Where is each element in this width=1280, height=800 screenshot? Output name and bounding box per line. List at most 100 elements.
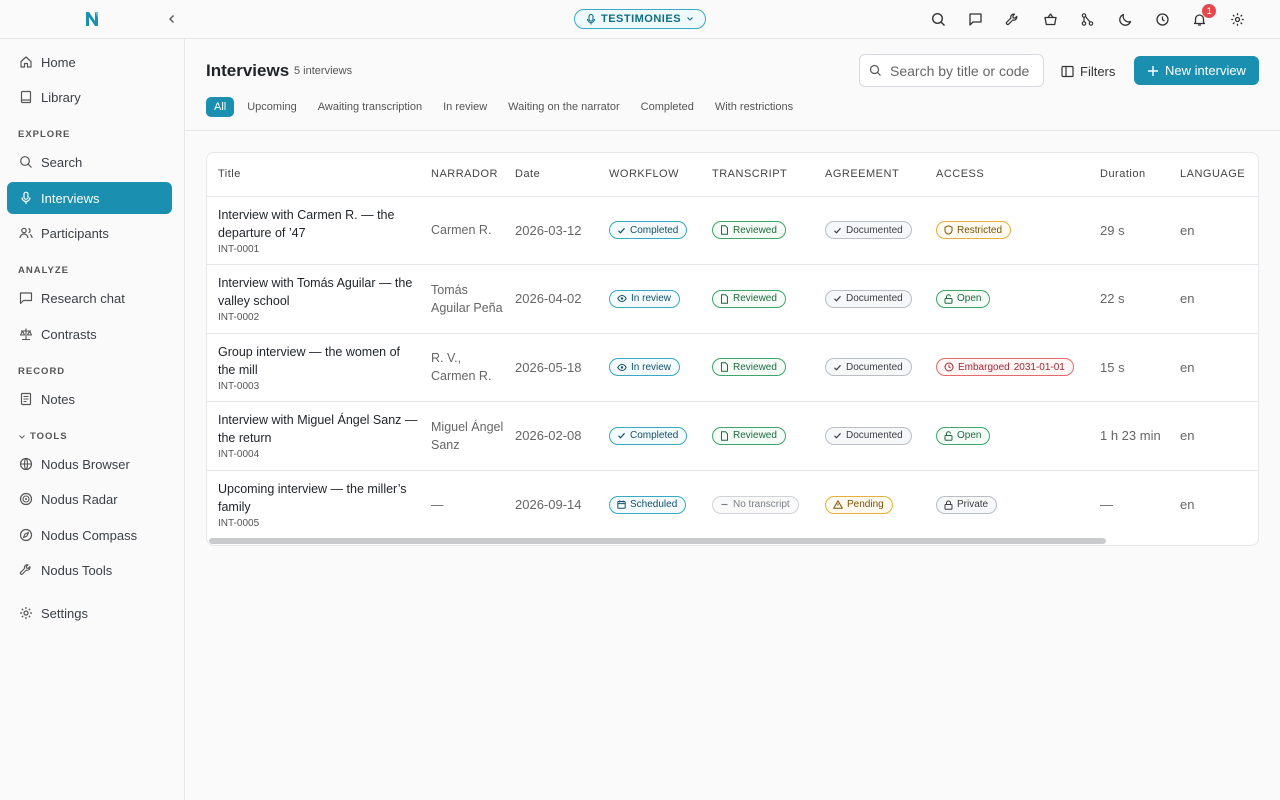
sidebar-item-label: Nodus Tools — [41, 562, 113, 578]
tab-in-review[interactable]: In review — [435, 97, 495, 117]
columns-icon — [1061, 65, 1074, 78]
tab-upcoming[interactable]: Upcoming — [239, 97, 305, 117]
chevron-left-icon — [169, 15, 174, 23]
column-header-duration[interactable]: Duration — [1089, 153, 1169, 197]
chat-icon — [18, 291, 33, 306]
sidebar-item-participants[interactable]: Participants — [7, 217, 172, 249]
interview-title[interactable]: Group interview — the women of the mill — [218, 343, 420, 379]
app-logo[interactable] — [84, 10, 102, 28]
column-header-access[interactable]: ACCESS — [925, 153, 1089, 197]
document-icon — [720, 431, 729, 441]
column-header-title[interactable]: Title — [207, 153, 420, 197]
interview-date: 2026-03-12 — [504, 196, 598, 265]
workflow-badge: In review — [609, 358, 681, 377]
interview-duration: 15 s — [1089, 333, 1169, 402]
interview-title[interactable]: Interview with Tomás Aguilar — the valle… — [218, 274, 420, 310]
interviews-table-card: Title NARRADOR Date WORKFLOW TRANSCRIPT … — [206, 152, 1259, 546]
notes-icon — [18, 392, 33, 407]
agreement-badge: Documented — [825, 289, 912, 308]
column-header-transcript[interactable]: TRANSCRIPT — [701, 153, 814, 197]
search-box[interactable] — [859, 54, 1044, 87]
column-header-date[interactable]: Date — [504, 153, 598, 197]
check-icon — [833, 431, 842, 440]
sidebar-item-search[interactable]: Search — [7, 146, 172, 178]
eye-icon — [617, 294, 627, 303]
transcript-label: Reviewed — [733, 293, 777, 305]
workflow-label: In review — [631, 293, 672, 305]
filter-tabs: All Upcoming Awaiting transcription In r… — [206, 97, 806, 117]
table-row[interactable]: Upcoming interview — the miller’s family… — [207, 470, 1258, 539]
transcript-label: Reviewed — [733, 361, 777, 373]
collapse-sidebar-button[interactable] — [163, 10, 181, 28]
users-icon — [18, 226, 33, 241]
tab-waiting-narrator[interactable]: Waiting on the narrator — [500, 97, 627, 117]
interview-duration: — — [1100, 497, 1113, 512]
horizontal-scrollbar[interactable] — [209, 538, 1106, 544]
interview-language: en — [1169, 196, 1258, 265]
tab-awaiting-transcription[interactable]: Awaiting transcription — [310, 97, 430, 117]
interview-duration: 1 h 23 min — [1089, 401, 1169, 471]
new-interview-button[interactable]: New interview — [1134, 56, 1259, 85]
interview-title[interactable]: Upcoming interview — the miller’s family — [218, 480, 420, 516]
bell-icon[interactable]: 1 — [1181, 4, 1218, 29]
filters-button[interactable]: Filters — [1061, 57, 1115, 85]
column-header-narrator[interactable]: NARRADOR — [420, 153, 504, 197]
gear-icon[interactable] — [1219, 9, 1256, 29]
sidebar-item-settings[interactable]: Settings — [7, 597, 172, 629]
sidebar-item-nodus-compass[interactable]: Nodus Compass — [7, 519, 172, 551]
column-header-language[interactable]: LANGUAGE — [1169, 153, 1258, 197]
interview-code: INT-0003 — [218, 380, 260, 392]
sidebar-item-library[interactable]: Library — [7, 81, 172, 113]
section-tools-toggle[interactable]: TOOLS — [18, 431, 68, 442]
tab-all[interactable]: All — [206, 97, 235, 117]
column-header-agreement[interactable]: AGREEMENT — [814, 153, 925, 197]
tools-icon[interactable] — [994, 9, 1031, 29]
document-icon — [720, 362, 729, 372]
radar-icon — [18, 492, 33, 507]
plus-icon — [1147, 65, 1159, 77]
interview-title[interactable]: Interview with Miguel Ángel Sanz — the r… — [218, 411, 420, 447]
interview-count: 5 interviews — [294, 65, 353, 77]
page-title: Interviews — [206, 61, 290, 80]
search-input[interactable] — [890, 62, 1040, 79]
moon-icon[interactable] — [1106, 9, 1143, 29]
column-header-workflow[interactable]: WORKFLOW — [598, 153, 701, 197]
git-icon[interactable] — [1069, 9, 1106, 29]
workspace-switcher[interactable]: TESTIMONIES — [574, 9, 706, 29]
transcript-label: No transcript — [733, 499, 790, 510]
workflow-label: Completed — [630, 224, 679, 236]
workflow-badge: Scheduled — [609, 495, 687, 514]
interview-title[interactable]: Interview with Carmen R. — the departure… — [218, 206, 420, 242]
sidebar-item-nodus-radar[interactable]: Nodus Radar — [7, 483, 172, 515]
sidebar-item-notes[interactable]: Notes — [7, 383, 172, 415]
search-icon[interactable] — [919, 9, 956, 29]
table-row[interactable]: Interview with Carmen R. — the departure… — [207, 196, 1258, 265]
tab-completed[interactable]: Completed — [633, 97, 702, 117]
sidebar-item-interviews[interactable]: Interviews — [7, 182, 172, 214]
sidebar-item-nodus-tools[interactable]: Nodus Tools — [7, 554, 172, 586]
history-icon[interactable] — [1144, 9, 1181, 29]
chat-icon[interactable] — [957, 9, 994, 29]
sidebar-item-home[interactable]: Home — [7, 46, 172, 78]
basket-icon[interactable] — [1032, 9, 1069, 29]
tab-with-restrictions[interactable]: With restrictions — [707, 97, 801, 117]
interview-code: INT-0001 — [218, 243, 260, 255]
interview-date: 2026-05-18 — [504, 333, 598, 402]
transcript-label: Reviewed — [733, 224, 777, 236]
access-label: Embargoed — [958, 361, 1010, 373]
sidebar-item-nodus-browser[interactable]: Nodus Browser — [7, 448, 172, 480]
agreement-label: Documented — [846, 293, 903, 305]
section-explore: EXPLORE — [18, 129, 71, 140]
workflow-badge: Completed — [609, 221, 688, 240]
table-row[interactable]: Interview with Miguel Ángel Sanz — the r… — [207, 401, 1258, 471]
sidebar-item-label: Nodus Radar — [41, 491, 118, 507]
table-row[interactable]: Interview with Tomás Aguilar — the valle… — [207, 264, 1258, 334]
access-label: Open — [957, 293, 982, 305]
sidebar-item-research-chat[interactable]: Research chat — [7, 282, 172, 314]
table-row[interactable]: Group interview — the women of the mill I… — [207, 333, 1258, 402]
globe-icon — [18, 457, 33, 472]
sidebar-item-contrasts[interactable]: Contrasts — [7, 318, 172, 350]
document-icon — [720, 294, 729, 304]
transcript-badge: No transcript — [712, 495, 799, 514]
embargo-date: 2031-01-01 — [1013, 361, 1065, 373]
